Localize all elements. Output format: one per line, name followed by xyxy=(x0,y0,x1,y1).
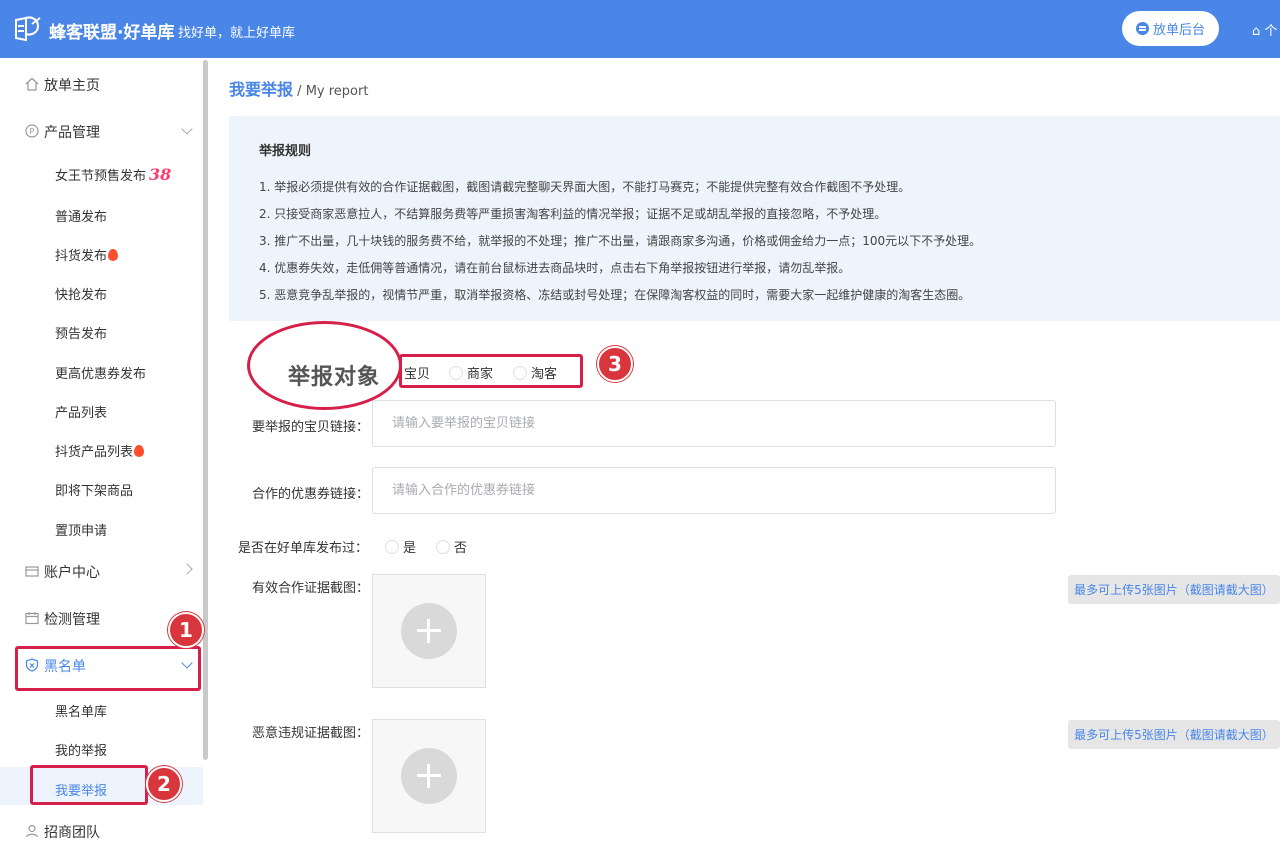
chevron-right-icon xyxy=(181,563,193,575)
coupon-link-label: 合作的优惠券链接： xyxy=(252,487,370,502)
sidebar-item-label: 招商团队 xyxy=(44,825,100,841)
fire-icon xyxy=(134,445,145,457)
sidebar-sub-douhuo-list[interactable]: 抖货产品列表 xyxy=(55,441,145,460)
user-center-label: 个 xyxy=(1264,24,1278,39)
sidebar-sub-pin-apply[interactable]: 置顶申请 xyxy=(55,520,107,539)
sidebar-item-recruit-team[interactable]: 招商团队 xyxy=(0,822,203,842)
report-rules-panel: 举报规则 1. 举报必须提供有效的合作证据截图，截图请截完整聊天界面大图，不能打… xyxy=(229,116,1280,321)
user-icon xyxy=(25,824,39,838)
breadcrumb: 我要举报 / My report xyxy=(229,76,368,100)
sidebar-sub-flash-publish[interactable]: 快抢发布 xyxy=(55,284,107,303)
sidebar-item-account[interactable]: 账户中心 xyxy=(0,562,203,582)
rule-item: 4. 优惠券失效，走低佣等普通情况，请在前台鼠标进去商品块时，点击右下角举报按钮… xyxy=(259,261,851,275)
published-yes[interactable]: 是 xyxy=(385,537,416,556)
rule-item: 3. 推广不出量，几十块钱的服务费不给，就举报的不处理；推广不出量，请跟商家多沟… xyxy=(259,234,982,248)
item-link-input[interactable] xyxy=(372,400,1056,447)
sidebar-item-label: 检测管理 xyxy=(44,612,100,628)
sidebar-item-label: 账户中心 xyxy=(44,565,100,581)
breadcrumb-current[interactable]: 我要举报 xyxy=(229,80,293,99)
sub-label: 抖货产品列表 xyxy=(55,445,134,460)
annotation-box-target-options xyxy=(399,354,583,388)
sub-label: 抖货发布 xyxy=(55,249,108,264)
admin-backend-label: 放单后台 xyxy=(1152,23,1205,38)
sidebar-sub-preview-publish[interactable]: 预告发布 xyxy=(55,323,107,342)
sidebar-sub-blacklist-db[interactable]: 黑名单库 xyxy=(55,701,107,720)
radio-label: 否 xyxy=(454,541,468,556)
annotation-marker-2: 2 xyxy=(146,766,182,802)
calendar-icon xyxy=(25,612,39,625)
sidebar-item-label: 产品管理 xyxy=(44,125,100,141)
published-label: 是否在好单库发布过： xyxy=(238,541,369,556)
radio-circle[interactable] xyxy=(385,539,399,554)
item-link-label: 要举报的宝贝链接： xyxy=(252,420,370,435)
annotation-box-blacklist xyxy=(15,646,201,691)
product-p-icon: P xyxy=(25,124,39,138)
annotation-marker-3: 3 xyxy=(597,346,633,382)
top-header: 蜂客联盟·好单库 找好单，就上好单库 放单后台 ⌂ 个 xyxy=(0,0,1280,58)
rule-item: 1. 举报必须提供有效的合作证据截图，截图请截完整聊天界面大图，不能打马赛克；不… xyxy=(259,180,911,194)
home-icon xyxy=(25,77,39,91)
brand-title[interactable]: 蜂客联盟·好单库 xyxy=(49,18,174,43)
list-icon xyxy=(1135,22,1149,35)
violation-upload-box[interactable] xyxy=(372,719,486,833)
sidebar-sub-delisting[interactable]: 即将下架商品 xyxy=(55,480,133,499)
annotation-box-report-now xyxy=(30,765,148,805)
violation-label: 恶意违规证据截图： xyxy=(252,726,370,741)
sub-label: 女王节预售发布 xyxy=(55,169,147,184)
card-icon xyxy=(25,566,39,577)
plus-icon xyxy=(401,748,457,804)
user-center-link[interactable]: ⌂ 个 xyxy=(1252,20,1277,39)
rules-title: 举报规则 xyxy=(259,144,312,159)
sidebar-sub-my-reports[interactable]: 我的举报 xyxy=(55,740,107,759)
evidence-upload-hint: 最多可上传5张图片（截图请截大图） xyxy=(1068,575,1280,604)
sidebar-sub-normal-publish[interactable]: 普通发布 xyxy=(55,206,107,225)
sidebar-sub-product-list[interactable]: 产品列表 xyxy=(55,402,107,421)
plus-icon xyxy=(401,603,457,659)
rule-item: 5. 恶意竞争乱举报的，视情节严重，取消举报资格、冻结或封号处理；在保障淘客权益… xyxy=(259,288,971,302)
sidebar-scrollbar[interactable] xyxy=(203,60,208,760)
bee-logo-icon[interactable] xyxy=(12,14,44,44)
admin-backend-button[interactable]: 放单后台 xyxy=(1122,11,1219,46)
breadcrumb-english: My report xyxy=(305,84,369,99)
radio-label: 是 xyxy=(403,541,417,556)
rule-item: 2. 只接受商家恶意拉人，不结算服务费等严重损害淘客利益的情况举报；证据不足或胡… xyxy=(259,207,887,221)
evidence-upload-box[interactable] xyxy=(372,574,486,688)
chevron-down-icon xyxy=(181,123,193,135)
sidebar-item-home[interactable]: 放单主页 xyxy=(0,75,203,95)
radio-circle[interactable] xyxy=(436,539,450,554)
breadcrumb-separator: / xyxy=(297,84,302,99)
home-icon: ⌂ xyxy=(1252,24,1261,39)
sidebar-sub-douhuo-publish[interactable]: 抖货发布 xyxy=(55,245,119,264)
annotation-marker-1: 1 xyxy=(168,612,204,648)
svg-text:P: P xyxy=(30,127,35,136)
coupon-link-input[interactable] xyxy=(372,467,1056,514)
annotation-ellipse xyxy=(247,321,402,410)
violation-upload-hint: 最多可上传5张图片（截图请截大图） xyxy=(1068,720,1280,749)
published-no[interactable]: 否 xyxy=(436,537,467,556)
evidence-label: 有效合作证据截图： xyxy=(252,581,370,596)
sidebar-item-label: 放单主页 xyxy=(44,78,100,94)
brand-slogan: 找好单，就上好单库 xyxy=(178,26,296,41)
badge-38: 38 xyxy=(149,165,172,184)
sidebar-item-product-manage[interactable]: P 产品管理 xyxy=(0,122,203,142)
sidebar-sub-queen-presale[interactable]: 女王节预售发布 38 xyxy=(55,165,171,184)
fire-icon xyxy=(108,249,119,261)
sidebar-sub-coupon-publish[interactable]: 更高优惠券发布 xyxy=(55,363,146,382)
